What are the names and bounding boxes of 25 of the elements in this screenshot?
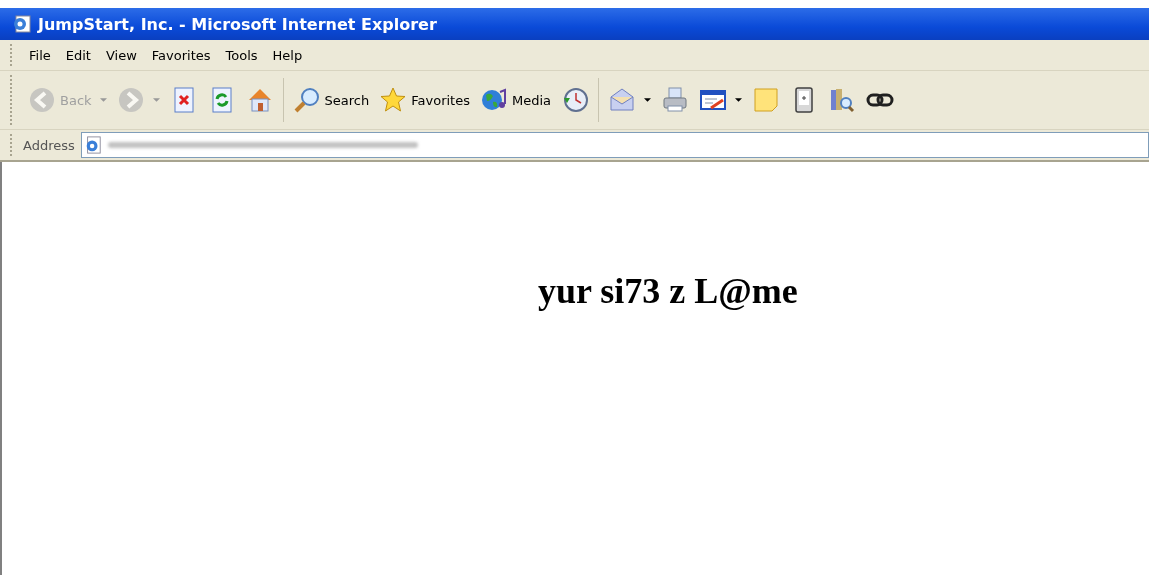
caret-icon bbox=[99, 97, 107, 103]
window-title: JumpStart, Inc. - Microsoft Internet Explorer bbox=[38, 14, 437, 34]
star-icon bbox=[379, 86, 408, 114]
menu-item[interactable]: Favorites bbox=[145, 47, 220, 63]
address-label: Address bbox=[23, 137, 75, 153]
caret-icon bbox=[735, 97, 742, 103]
note-icon bbox=[752, 86, 780, 114]
envelope-icon bbox=[608, 86, 636, 114]
browser-icon bbox=[12, 14, 32, 34]
menu-item[interactable]: File bbox=[23, 47, 60, 63]
menu-item[interactable]: Edit bbox=[59, 47, 100, 63]
toolbar-button[interactable]: Search bbox=[287, 86, 375, 114]
clock-icon bbox=[561, 86, 589, 114]
menu-item[interactable]: View bbox=[99, 47, 146, 63]
caret-icon bbox=[152, 97, 160, 103]
toolbar-button[interactable]: Favorites bbox=[374, 86, 475, 114]
menu-item[interactable]: Help bbox=[266, 47, 312, 63]
toolbar-button[interactable]: Media bbox=[474, 86, 556, 114]
search-icon bbox=[292, 86, 321, 114]
printer-icon bbox=[661, 86, 689, 114]
caret-icon bbox=[644, 97, 651, 103]
address-field[interactable] bbox=[80, 132, 1149, 158]
books-icon bbox=[828, 86, 856, 114]
menu-item[interactable]: Tools bbox=[219, 47, 267, 63]
page-heading: yur si73 z L@me bbox=[538, 270, 799, 312]
